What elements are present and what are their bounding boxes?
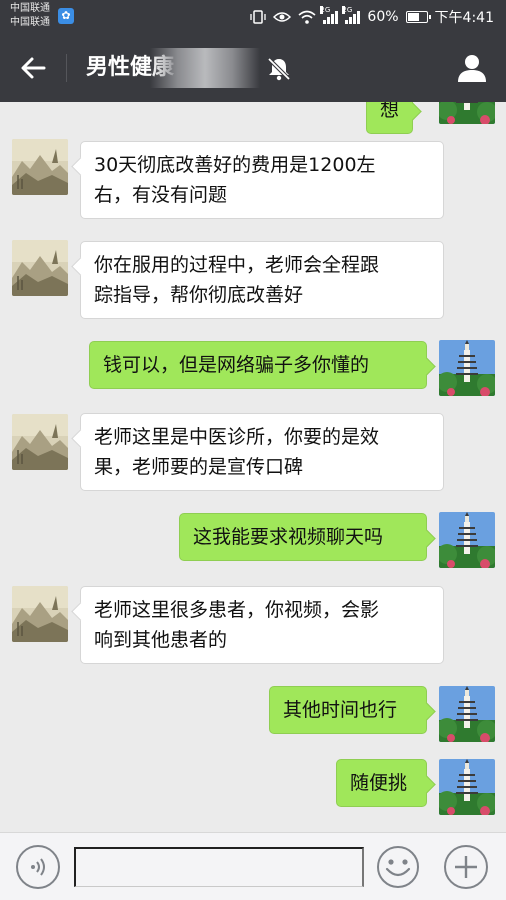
- message-input[interactable]: [74, 847, 364, 887]
- message-text: 想: [380, 102, 400, 121]
- outgoing-message-bubble[interactable]: 随便挑: [336, 759, 427, 807]
- signal-2-tag: 2G: [342, 5, 353, 14]
- incoming-message-bubble[interactable]: 老师这里很多患者，你视频，会影 响到其他患者的: [80, 586, 444, 664]
- message-text-line: 果，老师要的是宣传口碑: [94, 456, 304, 478]
- carrier-name-1: 中国联通: [10, 3, 50, 14]
- voice-button[interactable]: [16, 845, 60, 889]
- plus-icon: [455, 856, 477, 878]
- signal-1-icon: 2G: [320, 5, 339, 24]
- message-text: 其他时间也行: [283, 699, 398, 721]
- battery-icon: [405, 11, 431, 23]
- carrier-info: 中国联通 中国联通: [10, 2, 50, 30]
- plus-button[interactable]: [444, 845, 488, 889]
- my-avatar[interactable]: [439, 759, 495, 815]
- outgoing-message-bubble[interactable]: 其他时间也行: [269, 686, 427, 734]
- emoji-icon[interactable]: [376, 845, 420, 889]
- signal-2-icon: 2G: [342, 5, 361, 24]
- message-text-line: 老师这里是中医诊所，你要的是效: [94, 426, 380, 448]
- incoming-message-bubble[interactable]: 30天彻底改善好的费用是1200左 右，有没有问题: [80, 141, 444, 219]
- my-avatar[interactable]: [439, 340, 495, 396]
- contact-avatar[interactable]: [12, 139, 68, 195]
- message-text-line: 响到其他患者的: [94, 629, 228, 651]
- outgoing-message-bubble[interactable]: 这我能要求视频聊天吗: [179, 513, 427, 561]
- my-avatar[interactable]: [439, 686, 495, 742]
- message-text: 钱可以，但是网络骗子多你懂的: [103, 354, 370, 376]
- outgoing-message-bubble[interactable]: 想: [366, 102, 414, 134]
- wifi-icon: [298, 10, 316, 24]
- my-avatar[interactable]: [439, 102, 495, 124]
- message-text: 随便挑: [350, 772, 408, 794]
- message-text-line: 踪指导，帮你彻底改善好: [94, 284, 304, 306]
- contact-avatar[interactable]: [12, 586, 68, 642]
- chat-message-list[interactable]: 想 30天彻底改善好的费用是1200左 右，有没有问题 你在服用的过程中，老师会…: [0, 102, 506, 832]
- battery-percent: 60%: [367, 9, 399, 25]
- bell-off-icon: [267, 57, 291, 81]
- outgoing-message-bubble[interactable]: 钱可以，但是网络骗子多你懂的: [89, 341, 427, 389]
- blurred-title-region: [150, 48, 260, 88]
- back-arrow-icon[interactable]: [18, 53, 48, 83]
- baidu-paw-icon: ✿: [58, 8, 74, 24]
- person-icon[interactable]: [456, 52, 488, 84]
- incoming-message-bubble[interactable]: 你在服用的过程中，老师会全程跟 踪指导，帮你彻底改善好: [80, 241, 444, 319]
- message-text-line: 30天彻底改善好的费用是1200左: [94, 154, 376, 176]
- contact-avatar[interactable]: [12, 414, 68, 470]
- message-text-line: 右，有没有问题: [94, 184, 228, 206]
- message-text: 这我能要求视频聊天吗: [193, 526, 384, 548]
- status-bar: 中国联通 中国联通 ✿ 2G 2G 60% 下午4:41: [0, 0, 506, 34]
- header-divider: [66, 54, 67, 82]
- eye-icon: [273, 12, 292, 22]
- contact-avatar[interactable]: [12, 240, 68, 296]
- status-icons: 2G 2G 60% 下午4:41: [250, 0, 494, 34]
- clock: 下午4:41: [434, 10, 494, 26]
- my-avatar[interactable]: [439, 512, 495, 568]
- chat-header: 男性健康: [0, 34, 506, 102]
- vibrate-icon: [250, 10, 267, 24]
- message-text-line: 你在服用的过程中，老师会全程跟: [94, 254, 380, 276]
- incoming-message-bubble[interactable]: 老师这里是中医诊所，你要的是效 果，老师要的是宣传口碑: [80, 413, 444, 491]
- voice-icon: [31, 858, 45, 876]
- chat-input-bar: [0, 832, 506, 900]
- carrier-name-2: 中国联通: [10, 17, 50, 28]
- signal-1-tag: 2G: [320, 5, 331, 14]
- message-text-line: 老师这里很多患者，你视频，会影: [94, 599, 380, 621]
